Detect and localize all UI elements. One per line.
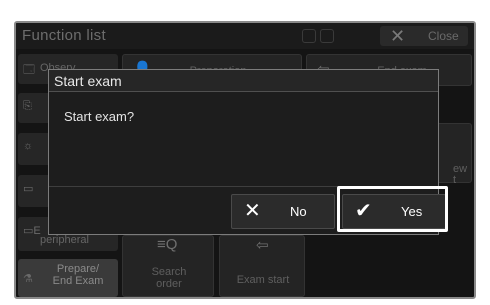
window-title: Function list: [22, 27, 106, 44]
close-icon: ✕: [244, 200, 261, 222]
close-button[interactable]: ✕ Close: [380, 26, 468, 46]
title-bar: Function list ✕ Close: [16, 23, 474, 49]
exam-start-icon: ⇦: [256, 237, 269, 254]
tile-label: ew t: [453, 163, 468, 186]
status-icon: [320, 29, 334, 43]
no-button[interactable]: ✕ No: [231, 194, 335, 229]
prepare-icon: ⚗: [23, 273, 33, 285]
display-icon: ▭: [23, 183, 34, 195]
close-label: Close: [428, 29, 459, 43]
dialog-message: Start exam?: [64, 109, 135, 124]
sidebar-item-label: peripheral: [40, 234, 89, 246]
dialog-title: Start exam: [54, 73, 122, 89]
tile-exam-start[interactable]: ⇦ Exam start: [219, 235, 305, 297]
record-icon: ⎘: [23, 100, 32, 112]
sidebar-item-prepare-end-exam[interactable]: ⚗ Prepare/ End Exam: [18, 259, 118, 297]
tile-label: Search order: [151, 266, 187, 290]
yes-button-highlight: [337, 186, 448, 232]
peripheral-icon: ▭E: [23, 225, 41, 237]
status-icons: [302, 29, 334, 43]
observ-icon: 🗔: [23, 64, 35, 76]
status-icon: [302, 29, 316, 43]
light-icon: ☼: [23, 140, 34, 152]
dialog-header: Start exam: [49, 70, 438, 92]
tile-search-order[interactable]: ≡Q Search order: [122, 235, 214, 297]
no-button-label: No: [290, 204, 307, 219]
close-icon: ✕: [390, 26, 406, 46]
search-icon: ≡Q: [157, 236, 178, 253]
tile-label: Exam start: [236, 274, 290, 286]
sidebar-item-label: Prepare/ End Exam: [52, 263, 104, 287]
